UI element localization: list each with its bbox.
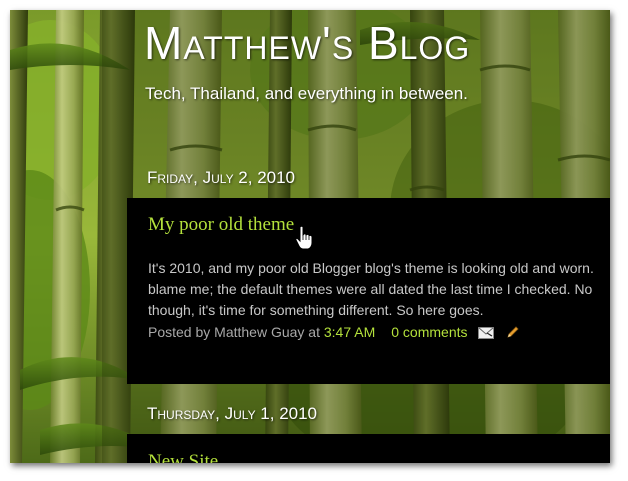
post-footer: Posted by Matthew Guay at 3:47 AM 0 comm… bbox=[148, 324, 520, 340]
post-title-link[interactable]: New Site bbox=[148, 451, 218, 463]
edit-post-pencil-icon[interactable] bbox=[506, 325, 520, 339]
post-title-link[interactable]: My poor old theme bbox=[148, 214, 294, 236]
post-comments-link[interactable]: 0 comments bbox=[391, 324, 467, 340]
post-date-header: Friday, July 2, 2010 bbox=[147, 168, 296, 187]
post-date-header: Thursday, July 1, 2010 bbox=[147, 404, 318, 423]
post-body-line: It's 2010, and my poor old Blogger blog'… bbox=[148, 260, 594, 276]
post-author-label: Posted by Matthew Guay at bbox=[148, 324, 320, 340]
post-timestamp-link[interactable]: 3:47 AM bbox=[324, 324, 375, 340]
post-card: My poor old theme It's 2010, and my poor… bbox=[127, 198, 610, 384]
post-body-line: though, it's time for something differen… bbox=[148, 302, 484, 318]
post-card: New Site bbox=[127, 434, 610, 463]
blog-title[interactable]: Matthew's Blog bbox=[144, 16, 470, 70]
browser-viewport: Matthew's Blog Tech, Thailand, and every… bbox=[10, 10, 610, 463]
post-body-line: blame me; the default themes were all da… bbox=[148, 281, 593, 297]
blog-tagline: Tech, Thailand, and everything in betwee… bbox=[145, 84, 468, 103]
post-body: It's 2010, and my poor old Blogger blog'… bbox=[148, 258, 610, 321]
email-post-icon[interactable] bbox=[477, 326, 494, 339]
